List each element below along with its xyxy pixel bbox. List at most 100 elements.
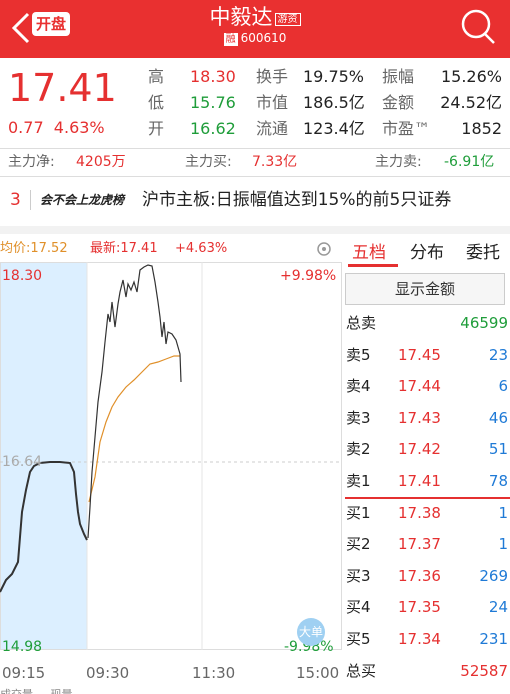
app-header: 开盘 中毅达 游资 融 600610 xyxy=(0,0,510,58)
ask-volume: 23 xyxy=(488,345,508,364)
ask-label: 卖1 xyxy=(346,471,371,490)
news-separator xyxy=(30,190,31,210)
bid-row[interactable]: 买2 17.37 1 xyxy=(345,529,508,561)
ask-volume: 51 xyxy=(488,440,508,459)
tab-wudang[interactable]: 五档 xyxy=(352,238,386,263)
high-value: 18.30 xyxy=(190,67,236,86)
bid-label: 买4 xyxy=(346,598,371,617)
net-label: 主力净: xyxy=(8,154,55,170)
turnover-label: 换手 xyxy=(256,67,289,86)
ask-label: 卖3 xyxy=(346,408,371,427)
bid-row[interactable]: 买5 17.34 231 xyxy=(345,624,508,656)
search-icon[interactable] xyxy=(458,6,498,46)
total-buy-row: 总买 52587 xyxy=(345,656,508,688)
margin-badge: 融 xyxy=(223,33,238,46)
pe-label: 市盈™ xyxy=(382,119,431,138)
y-axis-high: 18.30 xyxy=(2,268,43,284)
time-0930: 09:30 xyxy=(86,664,130,682)
bid-volume: 1 xyxy=(498,503,508,522)
total-sell-row: 总卖 46599 xyxy=(345,308,508,340)
tab-distribution[interactable]: 分布 xyxy=(410,238,444,263)
bid-price: 17.35 xyxy=(398,598,441,617)
bid-row[interactable]: 买1 17.38 1 xyxy=(345,498,508,530)
latest-pct: +4.63% xyxy=(175,241,228,256)
bid-label: 买3 xyxy=(346,566,371,585)
price-line xyxy=(87,264,182,539)
ask-label: 卖5 xyxy=(346,345,371,364)
total-sell-value: 46599 xyxy=(460,314,508,332)
longhubang-logo: 会不会上龙虎榜 xyxy=(40,193,125,207)
open-label: 开 xyxy=(148,119,165,138)
high-label: 高 xyxy=(148,67,165,86)
chart-header: 均价:17.52 最新:17.41 +4.63% xyxy=(0,238,340,260)
amplitude-value: 15.26% xyxy=(440,67,502,86)
title-block: 中毅达 游资 融 600610 xyxy=(0,4,510,46)
mktcap-value: 186.5亿 xyxy=(303,93,365,112)
current-price: 17.41 xyxy=(8,66,117,110)
buy-value: 7.33亿 xyxy=(252,154,298,170)
latest-price: 最新:17.41 xyxy=(90,241,158,256)
change-value: 0.77 xyxy=(8,118,44,137)
ask-row[interactable]: 卖4 17.44 6 xyxy=(345,371,508,403)
main-force-row: 主力净: 4205万 主力买: 7.33亿 主力卖: -6.91亿 xyxy=(0,150,510,174)
change-percent: 4.63% xyxy=(53,118,105,137)
float-value: 123.4亿 xyxy=(303,119,365,138)
y-axis-mid: 16.64 xyxy=(2,454,43,470)
open-value: 16.62 xyxy=(190,119,236,138)
ask-price: 17.45 xyxy=(398,345,441,364)
stock-code: 600610 xyxy=(240,31,287,45)
bid-price: 17.36 xyxy=(398,566,441,585)
low-value: 15.76 xyxy=(190,93,236,112)
ask-price: 17.43 xyxy=(398,408,441,427)
ask-row[interactable]: 卖3 17.43 46 xyxy=(345,403,508,435)
net-value: 4205万 xyxy=(76,154,126,170)
avg-price: 均价:17.52 xyxy=(0,241,68,256)
intraday-chart[interactable] xyxy=(0,262,342,658)
ask-volume: 46 xyxy=(488,408,508,427)
order-tabs: 五档 分布 委托 xyxy=(340,238,510,267)
bid-row[interactable]: 买3 17.36 269 xyxy=(345,561,508,593)
pe-value: 1852 xyxy=(461,119,502,138)
bid-price: 17.38 xyxy=(398,503,441,522)
divider xyxy=(0,176,510,177)
quote-panel: 17.41 0.77 4.63% 高 18.30 换手 19.75% 振幅 15… xyxy=(0,58,510,148)
ask-row[interactable]: 卖1 17.41 78 xyxy=(345,466,508,498)
total-buy-label: 总买 xyxy=(346,661,377,680)
tab-entrust[interactable]: 委托 xyxy=(466,238,500,263)
tab-underline xyxy=(348,264,398,267)
total-sell-label: 总卖 xyxy=(346,314,377,332)
ask-row[interactable]: 卖2 17.42 51 xyxy=(345,434,508,466)
mktcap-label: 市值 xyxy=(256,93,289,112)
ask-label: 卖4 xyxy=(346,377,371,396)
ask-price: 17.41 xyxy=(398,471,441,490)
news-ticker[interactable]: 3 会不会上龙虎榜 沪市主板:日振幅值达到15%的前5只证券 xyxy=(0,178,510,222)
ask-label: 卖2 xyxy=(346,440,371,459)
big-order-button[interactable]: 大单 xyxy=(297,618,325,646)
quote-grid: 高 18.30 换手 19.75% 振幅 15.26% 低 15.76 市值 1… xyxy=(148,64,508,142)
y-axis-low: 14.98 xyxy=(2,639,43,655)
ask-row[interactable]: 卖5 17.45 23 xyxy=(345,340,508,372)
bid-volume: 269 xyxy=(479,566,508,585)
pct-axis-high: +9.98% xyxy=(280,268,337,284)
buy-label: 主力买: xyxy=(185,154,232,170)
bid-row[interactable]: 买4 17.35 24 xyxy=(345,592,508,624)
eye-icon[interactable] xyxy=(316,241,332,257)
section-gap xyxy=(0,226,510,234)
divider xyxy=(0,148,510,149)
bid-ask-divider xyxy=(345,497,510,499)
sell-label: 主力卖: xyxy=(375,154,422,170)
news-count: 3 xyxy=(10,190,21,210)
float-label: 流通 xyxy=(256,119,289,138)
sell-value: -6.91亿 xyxy=(444,154,495,170)
low-label: 低 xyxy=(148,93,165,112)
price-change: 0.77 4.63% xyxy=(8,118,105,137)
bid-volume: 24 xyxy=(488,598,508,617)
time-0915: 09:15 xyxy=(2,664,46,682)
bid-volume: 1 xyxy=(498,535,508,554)
ask-price: 17.44 xyxy=(398,377,441,396)
youzi-tag: 游资 xyxy=(274,13,301,26)
volume-caption: 成交量 ... 现量 ... xyxy=(0,686,86,694)
show-amount-button[interactable]: 显示金额 xyxy=(345,273,505,305)
ask-volume: 6 xyxy=(498,377,508,396)
news-headline[interactable]: 沪市主板:日振幅值达到15%的前5只证券 xyxy=(142,178,451,222)
